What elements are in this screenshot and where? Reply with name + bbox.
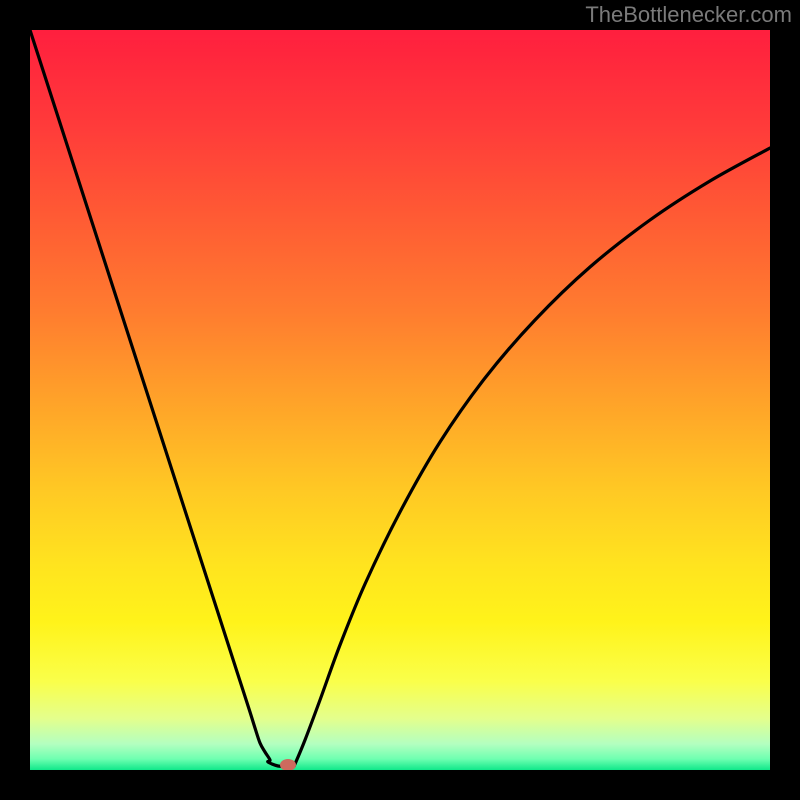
chart-svg: [30, 30, 770, 770]
chart-frame: TheBottlenecker.com: [0, 0, 800, 800]
gradient-background: [30, 30, 770, 770]
plot-area: [30, 30, 770, 770]
attribution-text: TheBottlenecker.com: [585, 2, 792, 28]
